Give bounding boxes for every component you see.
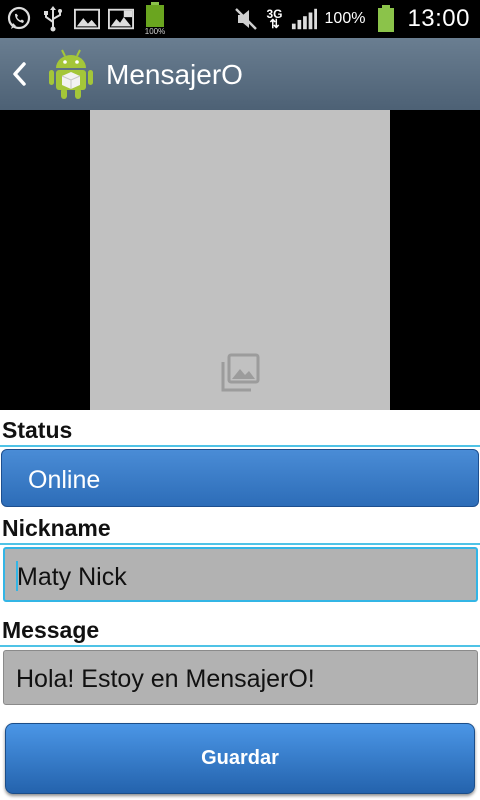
screenshot-icon: [108, 6, 134, 32]
signal-strength-icon: [291, 6, 317, 32]
nickname-value: Maty Nick: [17, 563, 127, 591]
gallery-icon: [220, 353, 260, 393]
mute-icon: [233, 6, 259, 32]
save-button-label: Guardar: [201, 747, 279, 769]
battery-icon: [373, 5, 399, 32]
battery-full-notification-icon: 100%: [142, 2, 168, 36]
status-spinner-value: Online: [28, 466, 101, 494]
data-arrows-icon: ⇅: [269, 17, 280, 31]
clock: 13:00: [407, 5, 470, 32]
message-label: Message: [2, 617, 100, 643]
status-bar-system: 3G ⇅ 100% 13:00: [233, 0, 471, 38]
nickname-field[interactable]: Maty Nick: [3, 547, 478, 602]
status-spinner[interactable]: Online: [1, 449, 479, 507]
battery-small-label: 100%: [145, 27, 165, 36]
action-bar: MensajerO: [0, 38, 480, 111]
android-app-icon[interactable]: [48, 48, 94, 100]
nickname-label: Nickname: [2, 515, 111, 541]
message-divider: [0, 645, 480, 647]
back-icon[interactable]: [8, 60, 32, 88]
battery-percent: 100%: [324, 10, 366, 27]
status-bar: 100% 3G ⇅ 100% 13:00: [0, 0, 480, 38]
nickname-divider: [0, 543, 480, 545]
message-value: Hola! Estoy en MensajerO!: [16, 665, 315, 693]
network-type-indicator: 3G ⇅: [267, 8, 283, 31]
whatsapp-icon: [6, 6, 32, 32]
app-title: MensajerO: [106, 59, 243, 90]
status-divider: [0, 445, 480, 447]
status-bar-notifications: 100%: [6, 0, 168, 38]
status-label: Status: [2, 417, 73, 443]
message-field[interactable]: Hola! Estoy en MensajerO!: [3, 650, 478, 705]
usb-icon: [40, 6, 66, 32]
profile-image-area: [0, 110, 480, 410]
gallery-notification-icon: [74, 6, 100, 32]
profile-image-placeholder[interactable]: [90, 110, 390, 410]
save-button[interactable]: Guardar: [5, 723, 475, 794]
